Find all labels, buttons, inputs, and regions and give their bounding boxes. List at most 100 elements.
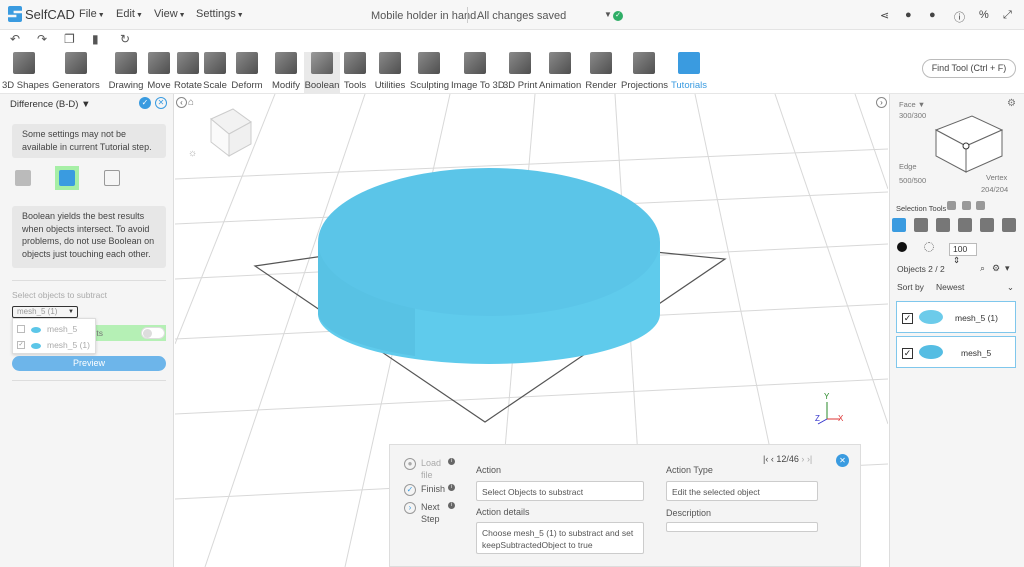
confirm-button[interactable]: ✓ bbox=[139, 97, 151, 109]
settings-gear-icon[interactable]: ⚙ bbox=[1007, 98, 1016, 109]
first-step-icon[interactable]: |‹ bbox=[763, 454, 768, 464]
check-icon: ✓ bbox=[404, 484, 416, 496]
face-label[interactable]: Face ▼ bbox=[899, 100, 925, 109]
subtract-select[interactable]: mesh_5 (1) ▼ bbox=[12, 306, 78, 318]
collapse-left-panel-icon[interactable]: ‹ bbox=[176, 97, 187, 108]
share-icon[interactable]: ⋖ bbox=[880, 9, 889, 22]
select-region-icon[interactable] bbox=[1002, 218, 1016, 232]
tool-tutorials[interactable]: Tutorials bbox=[668, 52, 710, 94]
dropdown-item[interactable]: ✓ mesh_5 (1) bbox=[17, 338, 95, 352]
divider bbox=[12, 380, 166, 381]
menu-view[interactable]: View▼ bbox=[154, 8, 186, 20]
notifications-bell-icon[interactable]: ● bbox=[905, 9, 912, 21]
status-dropdown-icon[interactable]: ▼ bbox=[604, 10, 612, 19]
menu-settings[interactable]: Settings▼ bbox=[196, 8, 244, 20]
boolean-mode-title[interactable]: Difference (B-D) ▼ bbox=[10, 99, 91, 110]
dropdown-item[interactable]: mesh_5 bbox=[17, 322, 95, 336]
tool-sculpting[interactable]: Sculpting bbox=[410, 52, 449, 94]
visibility-checkbox[interactable]: ✓ bbox=[902, 313, 913, 324]
reset-icon[interactable]: ↻ bbox=[120, 32, 130, 46]
tool-rotate[interactable]: Rotate bbox=[174, 52, 202, 94]
description-label: Description bbox=[666, 508, 712, 518]
redo-icon[interactable]: ↷ bbox=[37, 32, 47, 46]
tool-projections[interactable]: Projections bbox=[621, 52, 668, 94]
select-vertex-icon[interactable] bbox=[958, 218, 972, 232]
select-all-icon[interactable] bbox=[980, 218, 994, 232]
scale-icon bbox=[204, 52, 226, 74]
document-title[interactable]: Mobile holder in hand bbox=[371, 10, 476, 22]
paint-select-icon[interactable] bbox=[947, 201, 956, 210]
tool-tools[interactable]: Tools bbox=[341, 52, 369, 94]
menu-edit[interactable]: Edit▼ bbox=[116, 8, 143, 20]
selfcad-logo-icon bbox=[8, 6, 22, 22]
visibility-checkbox[interactable]: ✓ bbox=[902, 348, 913, 359]
search-icon[interactable]: ⌕ bbox=[980, 263, 985, 274]
material-picker[interactable] bbox=[924, 242, 934, 252]
keep-subtracted-toggle[interactable] bbox=[141, 327, 165, 339]
boolean-intersection-mode[interactable] bbox=[100, 166, 124, 190]
cylinder-mesh[interactable] bbox=[318, 168, 660, 364]
vertex-count: 204/204 bbox=[981, 185, 1009, 194]
tool-utilities[interactable]: Utilities bbox=[372, 52, 408, 94]
tool-3d-shapes[interactable]: 3D Shapes bbox=[2, 52, 49, 94]
home-view-icon[interactable]: ⌂ bbox=[188, 97, 194, 108]
tool-modify[interactable]: Modify bbox=[268, 52, 304, 94]
tool-scale[interactable]: Scale bbox=[203, 52, 227, 94]
tutorial-step-next[interactable]: › Next Step i bbox=[404, 501, 464, 525]
preview-button[interactable]: Preview bbox=[12, 356, 166, 371]
action-details-field: Choose mesh_5 (1) to substract and set k… bbox=[476, 522, 644, 554]
next-step-icon[interactable]: › bbox=[801, 454, 804, 464]
tool-3d-print[interactable]: 3D Print bbox=[503, 52, 537, 94]
selection-mode-cube[interactable] bbox=[930, 112, 1006, 176]
copy-icon[interactable]: ❐ bbox=[64, 32, 75, 46]
tool-render[interactable]: Render bbox=[583, 52, 619, 94]
select-face-icon[interactable] bbox=[914, 218, 928, 232]
object-item[interactable]: ✓ mesh_5 bbox=[896, 336, 1016, 368]
close-tutorial-button[interactable]: ✕ bbox=[836, 454, 849, 467]
object-item[interactable]: ✓ mesh_5 (1) bbox=[896, 301, 1016, 333]
boolean-difference-mode[interactable] bbox=[55, 166, 79, 190]
tool-image-to-3d[interactable]: Image To 3D bbox=[451, 52, 505, 94]
app-logo[interactable]: SelfCAD bbox=[8, 6, 75, 22]
view-cube[interactable] bbox=[210, 108, 252, 158]
user-account-icon[interactable]: ● bbox=[929, 9, 936, 21]
sculpting-icon bbox=[418, 52, 440, 74]
collapse-right-panel-icon[interactable]: › bbox=[876, 97, 887, 108]
units-icon[interactable]: % bbox=[979, 9, 989, 21]
info-icon[interactable]: ⓘ bbox=[954, 9, 965, 25]
last-step-icon[interactable]: ›| bbox=[807, 454, 812, 464]
tool-drawing[interactable]: Drawing bbox=[105, 52, 147, 94]
brush-size-input[interactable]: 100 ⇕ bbox=[949, 243, 977, 265]
tool-generators[interactable]: Generators bbox=[50, 52, 102, 94]
box-select-icon[interactable] bbox=[976, 201, 985, 210]
settings-gear-icon[interactable]: ⚙ bbox=[992, 263, 1000, 274]
tutorial-step-finish[interactable]: ✓ Finish i bbox=[404, 483, 464, 497]
select-edge-icon[interactable] bbox=[936, 218, 950, 232]
sort-select[interactable]: Newest ⌄ bbox=[936, 282, 1016, 292]
tutorial-step-load-file[interactable]: ● Load file i bbox=[404, 457, 464, 481]
boolean-union-mode[interactable] bbox=[11, 166, 35, 190]
lighting-icon[interactable]: ☼ bbox=[188, 148, 197, 159]
axes-gizmo: Y X Z bbox=[815, 392, 844, 425]
object-thumbnail bbox=[919, 345, 943, 359]
move-icon bbox=[148, 52, 170, 74]
delete-icon[interactable]: ▮ bbox=[92, 32, 99, 46]
lasso-select-icon[interactable] bbox=[962, 201, 971, 210]
tool-animation[interactable]: Animation bbox=[539, 52, 581, 94]
fullscreen-icon[interactable]: ⤢ bbox=[1003, 9, 1012, 22]
find-tool-button[interactable]: Find Tool (Ctrl + F) bbox=[922, 59, 1016, 78]
close-panel-button[interactable]: ✕ bbox=[155, 97, 167, 109]
chevron-down-icon[interactable]: ▾ bbox=[1005, 263, 1010, 274]
tool-deform[interactable]: Deform bbox=[229, 52, 265, 94]
menu-file[interactable]: File▼ bbox=[79, 8, 105, 20]
checkbox[interactable] bbox=[17, 325, 25, 333]
prev-step-icon[interactable]: ‹ bbox=[771, 454, 774, 464]
intersection-cube-icon bbox=[104, 170, 120, 186]
checkbox[interactable]: ✓ bbox=[17, 341, 25, 349]
undo-icon[interactable]: ↶ bbox=[10, 32, 20, 46]
select-object-icon[interactable] bbox=[892, 218, 906, 232]
tool-boolean[interactable]: Boolean bbox=[304, 52, 340, 94]
color-picker[interactable] bbox=[897, 242, 907, 252]
axis-y-label: Y bbox=[824, 392, 830, 401]
tool-move[interactable]: Move bbox=[147, 52, 171, 94]
